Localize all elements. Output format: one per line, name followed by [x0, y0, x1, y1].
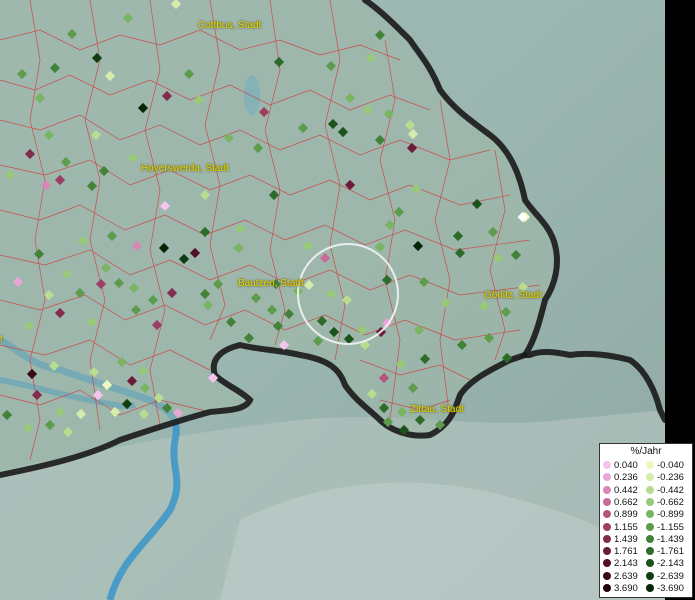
legend-swatch: [646, 461, 654, 469]
legend-entry-positive: 0.442: [603, 485, 638, 497]
legend-swatch: [646, 473, 654, 482]
legend-swatch: [603, 547, 611, 556]
legend-swatch: [646, 584, 654, 592]
legend-label: 0.899: [614, 509, 638, 521]
legend-label: -0.236: [657, 472, 684, 484]
legend-label: 1.155: [614, 521, 638, 533]
legend-swatch: [646, 497, 654, 506]
legend-entry-positive: 1.761: [603, 546, 638, 558]
legend-label: 3.690: [614, 583, 638, 594]
city-label-bautzen: Bautzen, Stadt: [238, 278, 304, 289]
legend-entry-positive: 0.662: [603, 497, 638, 509]
legend-label: -3.690: [657, 583, 684, 594]
legend-swatch: [646, 547, 654, 556]
legend-title: %/Jahr: [630, 446, 662, 457]
legend-swatch: [646, 559, 654, 568]
legend-label: 0.236: [614, 472, 638, 484]
legend-entry-positive: 0.899: [603, 509, 638, 521]
city-label-partial: t: [0, 334, 3, 345]
legend-entry-negative: -3.690: [646, 583, 684, 595]
legend-swatch: [603, 559, 611, 568]
legend-entry-positive: 1.439: [603, 534, 638, 546]
legend-label: -2.143: [657, 558, 684, 570]
legend-swatch: [603, 584, 611, 592]
legend-label: 1.761: [614, 546, 638, 558]
legend-entry-positive: 2.143: [603, 558, 638, 570]
legend-label: -0.662: [657, 496, 684, 508]
legend-label: 1.439: [614, 533, 638, 545]
legend-entry-negative: -1.155: [646, 522, 684, 534]
legend-swatch: [603, 522, 611, 531]
legend-label: 0.442: [614, 484, 638, 496]
legend-entry-negative: -0.236: [646, 472, 684, 484]
legend-entry-negative: -1.439: [646, 534, 684, 546]
legend-label: 2.639: [614, 570, 638, 582]
legend-label: 0.040: [614, 460, 638, 471]
legend-label: -1.439: [657, 533, 684, 545]
legend-swatch: [603, 534, 611, 543]
legend-swatch: [603, 461, 611, 469]
legend-swatch: [603, 485, 611, 494]
legend-label: -0.899: [657, 509, 684, 521]
legend-label: -2.639: [657, 570, 684, 582]
legend-label: -1.761: [657, 546, 684, 558]
legend-entry-positive: 0.236: [603, 472, 638, 484]
legend-entry-positive: 0.040: [603, 460, 638, 472]
legend-entry-negative: -0.662: [646, 497, 684, 509]
legend-swatch: [603, 510, 611, 519]
legend-label: -0.040: [657, 460, 684, 471]
map-canvas[interactable]: [0, 0, 665, 600]
legend-entry-negative: -0.040: [646, 460, 684, 472]
legend-entry-positive: 3.690: [603, 583, 638, 595]
legend-entry-negative: -2.639: [646, 571, 684, 583]
legend-swatch: [646, 534, 654, 543]
legend-label: 0.662: [614, 496, 638, 508]
legend-entry-negative: -0.442: [646, 485, 684, 497]
city-label-zittau: Zittau, Stadt: [410, 404, 464, 415]
legend-entry-negative: -0.899: [646, 509, 684, 521]
legend-entry-positive: 2.639: [603, 571, 638, 583]
legend-swatch: [646, 522, 654, 531]
legend: %/Jahr 0.040 -0.040 0.236 -0.236 0.442 -0.442…: [599, 443, 693, 598]
legend-entry-negative: -1.761: [646, 546, 684, 558]
legend-label: -1.155: [657, 521, 684, 533]
legend-swatch: [603, 473, 611, 482]
city-label-hoyerswerda: Hoyerswerda, Stadt: [141, 163, 229, 174]
legend-entry-negative: -2.143: [646, 558, 684, 570]
legend-entry-positive: 1.155: [603, 522, 638, 534]
city-label-cottbus: Cottbus, Stadt: [198, 20, 262, 31]
legend-swatch: [646, 571, 654, 580]
legend-swatch: [603, 571, 611, 580]
legend-swatch: [603, 497, 611, 506]
legend-swatch: [646, 485, 654, 494]
city-label-goerlitz: Görlitz, Stadt: [484, 290, 542, 301]
legend-swatch: [646, 510, 654, 519]
legend-label: -0.442: [657, 484, 684, 496]
legend-label: 2.143: [614, 558, 638, 570]
